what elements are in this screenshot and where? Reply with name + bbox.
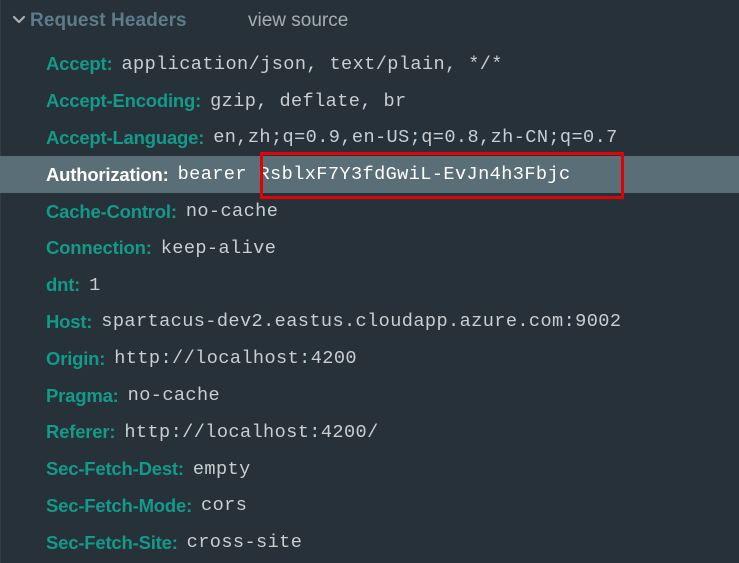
header-value: http://localhost:4200 [114, 348, 357, 370]
header-value: http://localhost:4200/ [124, 421, 379, 443]
header-row-sec-fetch-mode[interactable]: Sec-Fetch-Mode: cors [0, 488, 739, 525]
view-source-link[interactable]: view source [248, 10, 348, 32]
header-row-origin[interactable]: Origin: http://localhost:4200 [0, 340, 739, 377]
header-row-sec-fetch-dest[interactable]: Sec-Fetch-Dest: empty [0, 451, 739, 488]
header-row-accept-language[interactable]: Accept-Language: en,zh;q=0.9,en-US;q=0.8… [0, 120, 739, 157]
header-row-cache-control[interactable]: Cache-Control: no-cache [0, 193, 739, 230]
header-value: cross-site [186, 532, 303, 554]
header-key: dnt: [46, 274, 81, 296]
header-key: Accept: [46, 53, 113, 75]
header-row-referer[interactable]: Referer: http://localhost:4200/ [0, 414, 739, 451]
header-key: Cache-Control: [46, 200, 177, 222]
header-row-authorization[interactable]: Authorization: bearer RsblxF7Y3fdGwiL-Ev… [0, 156, 739, 194]
header-row-sec-fetch-site[interactable]: Sec-Fetch-Site: cross-site [0, 524, 739, 561]
header-key: Sec-Fetch-Mode: [46, 494, 193, 516]
header-key: Origin: [46, 347, 106, 369]
request-headers-section-header[interactable]: Request Headers view source [0, 0, 739, 44]
header-key: Accept-Encoding: [46, 90, 202, 112]
header-value: keep-alive [160, 237, 277, 259]
header-key: Sec-Fetch-Dest: [46, 458, 184, 480]
header-value: no-cache [127, 385, 221, 407]
header-row-connection[interactable]: Connection: keep-alive [0, 230, 739, 267]
header-list: Accept: application/json, text/plain, */… [0, 46, 739, 561]
header-row-accept[interactable]: Accept: application/json, text/plain, */… [0, 46, 739, 83]
header-key: Referer: [46, 421, 116, 443]
header-row-host[interactable]: Host: spartacus-dev2.eastus.cloudapp.azu… [0, 304, 739, 341]
header-value: no-cache [185, 201, 279, 223]
header-value: application/json, text/plain, */* [121, 53, 503, 75]
header-value: 1 [89, 274, 101, 296]
header-value: spartacus-dev2.eastus.cloudapp.azure.com… [101, 311, 622, 333]
header-value: en,zh;q=0.9,en-US;q=0.8,zh-CN;q=0.7 [213, 127, 618, 149]
header-value: gzip, deflate, br [210, 90, 407, 112]
header-key: Sec-Fetch-Site: [46, 531, 178, 553]
header-value: cors [201, 495, 248, 517]
header-row-accept-encoding[interactable]: Accept-Encoding: gzip, deflate, br [0, 83, 739, 120]
header-value: bearer RsblxF7Y3fdGwiL-EvJn4h3Fbjc [177, 164, 571, 186]
section-title[interactable]: Request Headers [30, 10, 187, 32]
header-value: empty [192, 458, 251, 480]
header-key: Authorization: [46, 163, 169, 185]
header-row-pragma[interactable]: Pragma: no-cache [0, 377, 739, 414]
chevron-down-icon[interactable] [12, 15, 26, 25]
header-key: Accept-Language: [46, 126, 205, 148]
header-key: Connection: [46, 237, 152, 259]
header-row-dnt[interactable]: dnt: 1 [0, 267, 739, 304]
header-key: Pragma: [46, 384, 119, 406]
header-key: Host: [46, 310, 93, 332]
